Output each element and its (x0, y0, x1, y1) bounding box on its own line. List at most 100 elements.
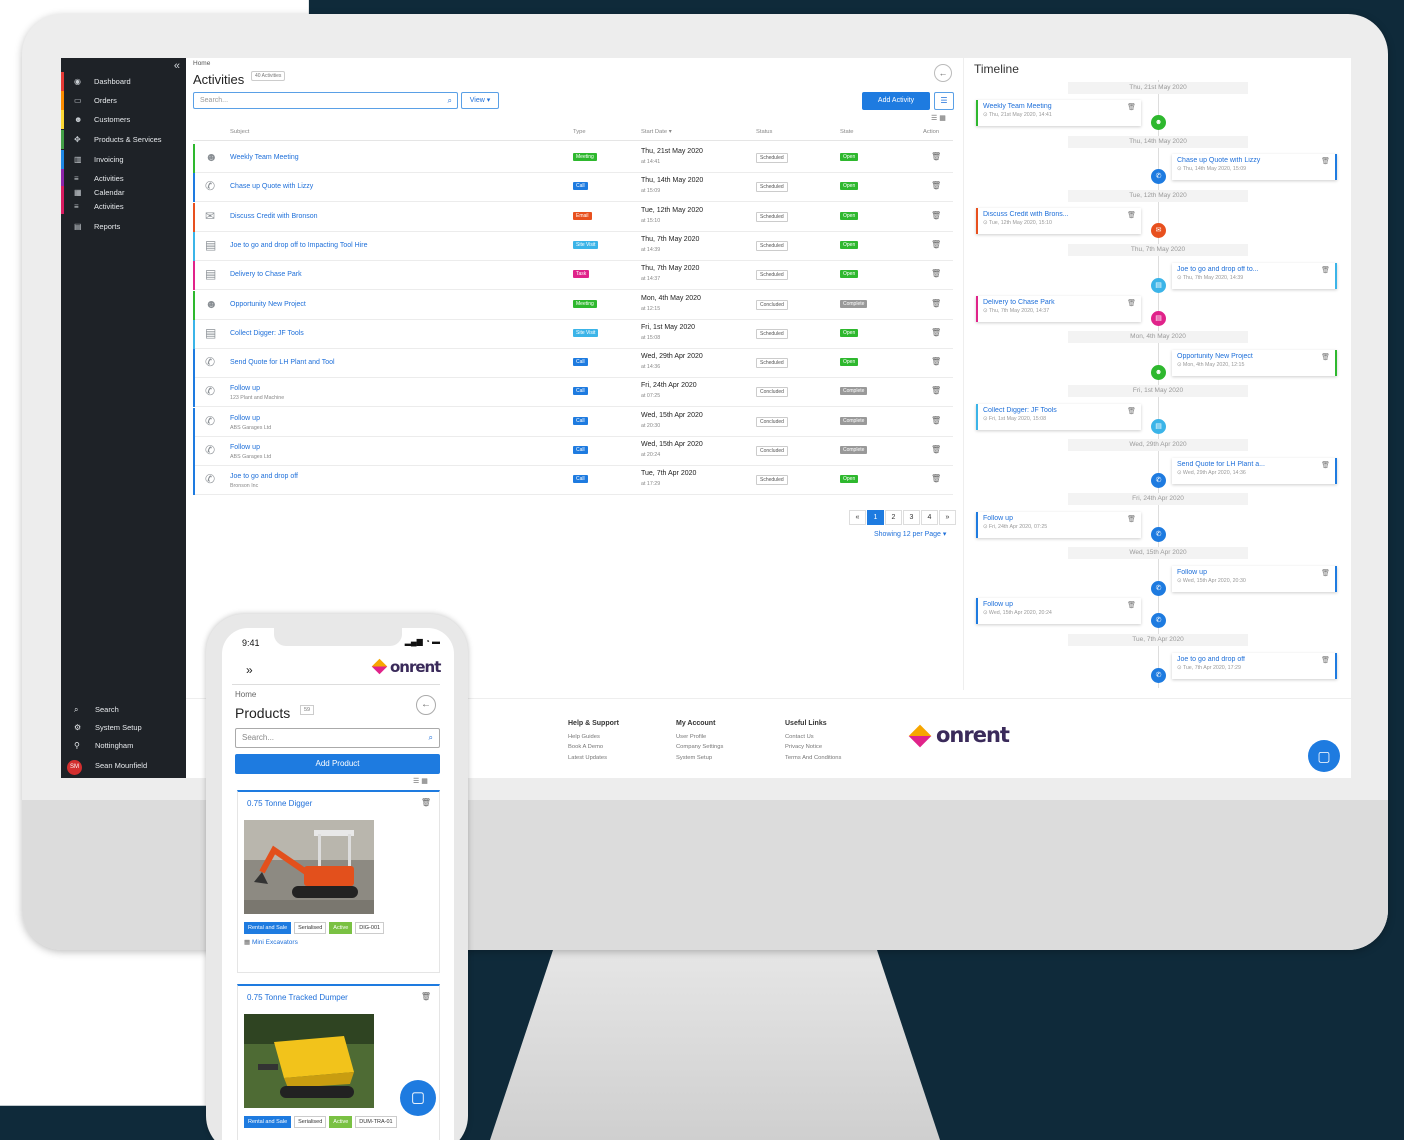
collapse-sidebar-icon[interactable]: « (174, 60, 180, 72)
delete-icon[interactable]: 🗑 (421, 992, 431, 1001)
delete-icon[interactable]: 🗑 (931, 416, 941, 425)
footer-link[interactable]: Privacy Notice (785, 742, 841, 753)
timeline-card[interactable]: Delivery to Chase Park ⊙ Thu, 7th May 202… (976, 296, 1141, 322)
row-subject-link[interactable]: Delivery to Chase Park (230, 271, 302, 278)
column-start-date[interactable]: Start Date ▾ (641, 129, 672, 135)
timeline-card[interactable]: Weekly Team Meeting ⊙ Thu, 21st May 2020,… (976, 100, 1141, 126)
timeline-card[interactable]: Follow up ⊙ Wed, 15th Apr 2020, 20:30 🗑 (1172, 566, 1337, 592)
footer-link[interactable]: Latest Updates (568, 753, 619, 764)
page-button[interactable]: 1 (867, 510, 884, 525)
table-row[interactable]: ☻ Weekly Team Meeting Meeting Thu, 21st May… (193, 144, 953, 173)
timeline-card-title[interactable]: Joe to go and drop off to... (1177, 266, 1330, 273)
footer-link[interactable]: System Setup (676, 753, 723, 764)
delete-icon[interactable]: 🗑 (421, 798, 431, 807)
search-icon[interactable]: ⌕ (429, 729, 433, 747)
delete-icon[interactable]: 🗑 (931, 299, 941, 308)
timeline-card[interactable]: Joe to go and drop off to... ⊙ Thu, 7th M… (1172, 263, 1337, 289)
footer-link[interactable]: Company Settings (676, 742, 723, 753)
timeline-card[interactable]: Joe to go and drop off ⊙ Tue, 7th Apr 202… (1172, 653, 1337, 679)
table-row[interactable]: ▤ Delivery to Chase Park Task Thu, 7th May … (193, 261, 953, 291)
delete-icon[interactable]: 🗑 (1127, 407, 1136, 415)
view-toggle[interactable]: ☰▦ (413, 777, 430, 785)
sidebar-bottom-sean-mounfield[interactable]: SM Sean Mounfield (61, 757, 186, 775)
delete-icon[interactable]: 🗑 (1127, 103, 1136, 111)
column-state[interactable]: State (840, 129, 854, 135)
product-name-link[interactable]: 0.75 Tonne Tracked Dumper (247, 993, 348, 1002)
column-type[interactable]: Type (573, 129, 586, 135)
timeline-card-title[interactable]: Weekly Team Meeting (983, 103, 1136, 110)
delete-icon[interactable]: 🗑 (1127, 211, 1136, 219)
delete-icon[interactable]: 🗑 (931, 240, 941, 249)
row-subject-link[interactable]: Discuss Credit with Bronson (230, 213, 318, 220)
footer-link[interactable]: User Profile (676, 732, 723, 743)
timeline-card-title[interactable]: Delivery to Chase Park (983, 299, 1136, 306)
column-subject[interactable]: Subject (230, 129, 249, 135)
table-row[interactable]: ▤ Joe to go and drop off to Impacting Too… (193, 231, 953, 261)
table-row[interactable]: ✆ Follow up 123 Plant and Machine Call Fri, … (193, 378, 953, 408)
row-subject-link[interactable]: Follow up (230, 444, 260, 451)
table-row[interactable]: ✉ Discuss Credit with Bronson Email Tue, 12… (193, 202, 953, 232)
delete-icon[interactable]: 🗑 (1321, 157, 1330, 165)
sidebar-item-calendar[interactable]: ▦ Calendar (61, 186, 186, 200)
timeline-card-title[interactable]: Opportunity New Project (1177, 353, 1330, 360)
row-subject-link[interactable]: Weekly Team Meeting (230, 154, 299, 161)
column-status[interactable]: Status (756, 129, 772, 135)
search-icon[interactable]: ⌕ (448, 93, 452, 108)
footer-link[interactable]: Help Guides (568, 732, 619, 743)
row-subject-link[interactable]: Follow up (230, 415, 260, 422)
mobile-breadcrumb[interactable]: Home (235, 690, 256, 699)
sidebar-bottom-system-setup[interactable]: ⚙ System Setup (61, 719, 186, 737)
per-page-dropdown[interactable]: Showing 12 per Page ▾ (874, 530, 946, 538)
footer-link[interactable]: Book A Demo (568, 742, 619, 753)
back-arrow-icon[interactable]: ← (934, 64, 952, 82)
avatar[interactable]: SM (67, 760, 82, 775)
grid-icon[interactable]: ▦ (939, 115, 948, 122)
sidebar-item-reports[interactable]: ▤ Reports (61, 217, 186, 236)
row-subject-link[interactable]: Send Quote for LH Plant and Tool (230, 359, 335, 366)
table-row[interactable]: ✆ Follow up ABS Garages Ltd Call Wed, 15th A… (193, 407, 953, 437)
chat-widget-icon[interactable]: ▢ (1308, 740, 1340, 772)
timeline-card[interactable]: Send Quote for LH Plant a... ⊙ Wed, 29th … (1172, 458, 1337, 484)
timeline-card-title[interactable]: Send Quote for LH Plant a... (1177, 461, 1330, 468)
delete-icon[interactable]: 🗑 (931, 269, 941, 278)
row-subject-link[interactable]: Joe to go and drop off to Impacting Tool… (230, 242, 368, 249)
breadcrumb[interactable]: Home (193, 60, 210, 67)
delete-icon[interactable]: 🗑 (931, 211, 941, 220)
footer-link[interactable]: Contact Us (785, 732, 841, 743)
product-card[interactable]: 0.75 Tonne Digger 🗑 Rental and Sale Seriali… (237, 790, 440, 973)
grid-icon[interactable]: ▦ (421, 778, 430, 785)
view-toggle[interactable]: ☰▦ (931, 114, 948, 122)
timeline-card-title[interactable]: Discuss Credit with Brons... (983, 211, 1136, 218)
expand-menu-icon[interactable]: » (246, 663, 253, 677)
delete-icon[interactable]: 🗑 (1321, 353, 1330, 361)
add-activity-button[interactable]: Add Activity (862, 92, 930, 110)
timeline-card-title[interactable]: Collect Digger: JF Tools (983, 407, 1136, 414)
timeline-card-title[interactable]: Chase up Quote with Lizzy (1177, 157, 1330, 164)
sidebar-item-products-services[interactable]: ✥ Products & Services (61, 130, 186, 149)
delete-icon[interactable]: 🗑 (931, 474, 941, 483)
timeline-card[interactable]: Opportunity New Project ⊙ Mon, 4th May 20… (1172, 350, 1337, 376)
timeline-card[interactable]: Follow up ⊙ Fri, 24th Apr 2020, 07:25 🗑 (976, 512, 1141, 538)
page-button[interactable]: » (939, 510, 956, 525)
search-input[interactable]: Search... ⌕ (193, 92, 458, 109)
sidebar-item-orders[interactable]: ▭ Orders (61, 91, 186, 110)
chat-widget-icon[interactable]: ▢ (400, 1080, 436, 1116)
row-subject-link[interactable]: Follow up (230, 385, 260, 392)
row-subject-link[interactable]: Joe to go and drop off (230, 473, 298, 480)
delete-icon[interactable]: 🗑 (931, 152, 941, 161)
row-subject-link[interactable]: Chase up Quote with Lizzy (230, 183, 313, 190)
table-row[interactable]: ✆ Send Quote for LH Plant and Tool Call Wed… (193, 349, 953, 379)
product-name-link[interactable]: 0.75 Tonne Digger (247, 799, 312, 808)
delete-icon[interactable]: 🗑 (1321, 461, 1330, 469)
delete-icon[interactable]: 🗑 (931, 181, 941, 190)
timeline-card[interactable]: Discuss Credit with Brons... ⊙ Tue, 12th … (976, 208, 1141, 234)
timeline-card-title[interactable]: Follow up (1177, 569, 1330, 576)
product-category-link[interactable]: ▦ Mini Excavators (244, 938, 298, 946)
table-row[interactable]: ✆ Chase up Quote with Lizzy Call Thu, 14th … (193, 173, 953, 203)
delete-icon[interactable]: 🗑 (1321, 569, 1330, 577)
delete-icon[interactable]: 🗑 (1127, 299, 1136, 307)
add-product-button[interactable]: Add Product (235, 754, 440, 774)
view-dropdown-button[interactable]: View ▾ (461, 92, 499, 109)
row-subject-link[interactable]: Collect Digger: JF Tools (230, 330, 304, 337)
delete-icon[interactable]: 🗑 (931, 357, 941, 366)
